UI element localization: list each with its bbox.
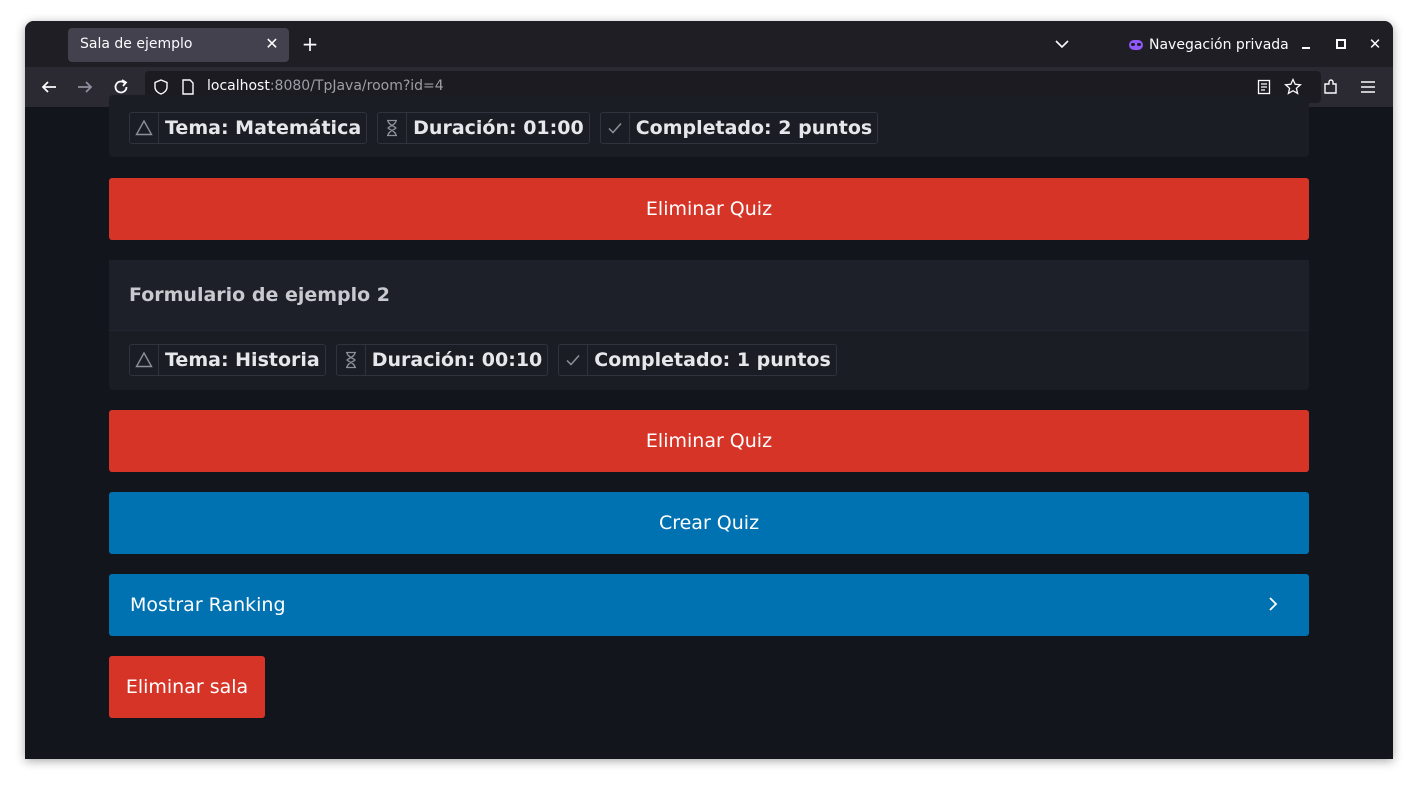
url-path: :8080/TpJava/room?id=4 xyxy=(269,78,444,94)
quiz-card: Formulario de ejemplo 2 Tema: Historia D… xyxy=(109,260,1309,390)
checkmark-icon xyxy=(559,345,589,375)
completado-label: Completado: 1 puntos xyxy=(594,349,831,371)
duracion-label: Duración: 00:10 xyxy=(371,349,543,371)
quiz-tags: Tema: Historia Duración: 00:10 Completad… xyxy=(129,344,837,376)
delete-room-button[interactable]: Eliminar sala xyxy=(109,656,265,718)
completado-label: Completado: 2 puntos xyxy=(635,117,873,139)
quiz-title: Formulario de ejemplo 2 xyxy=(129,284,391,306)
delete-quiz-button[interactable]: Eliminar Quiz xyxy=(109,410,1309,472)
tab-active[interactable]: Sala de ejemplo ✕ xyxy=(68,28,289,62)
delete-quiz-button[interactable]: Eliminar Quiz xyxy=(109,178,1309,240)
private-browsing-indicator: Navegación privada xyxy=(1129,35,1289,55)
duracion-label: Duración: 01:00 xyxy=(413,117,584,139)
forward-arrow-icon[interactable] xyxy=(73,75,97,99)
tab-title: Sala de ejemplo xyxy=(80,36,193,52)
browser-window: Sala de ejemplo ✕ + Navegación privada ✕ xyxy=(25,21,1393,759)
tema-label: Tema: Historia xyxy=(165,349,320,371)
show-ranking-label: Mostrar Ranking xyxy=(130,594,286,616)
quiz-tags: Tema: Matemática Duración: 01:00 Complet… xyxy=(129,112,879,144)
chevron-down-icon[interactable] xyxy=(1052,34,1072,54)
duracion-tag: Duración: 01:00 xyxy=(377,112,590,144)
hourglass-icon xyxy=(337,345,366,375)
create-quiz-button[interactable]: Crear Quiz xyxy=(109,492,1309,554)
completado-tag: Completado: 1 puntos xyxy=(558,344,837,376)
triangle-icon xyxy=(130,113,159,143)
tema-tag: Tema: Matemática xyxy=(129,112,368,144)
close-window-icon[interactable]: ✕ xyxy=(1364,33,1386,55)
minimize-icon[interactable] xyxy=(1295,33,1317,55)
quiz-card-header: Formulario de ejemplo 2 xyxy=(109,260,1309,331)
duracion-tag: Duración: 00:10 xyxy=(335,344,549,376)
tema-tag: Tema: Historia xyxy=(129,344,326,376)
tema-label: Tema: Matemática xyxy=(165,117,362,139)
new-tab-icon[interactable]: + xyxy=(299,33,321,55)
url-host: localhost xyxy=(207,78,270,94)
quiz-card: Tema: Matemática Duración: 01:00 Complet… xyxy=(109,95,1309,157)
chevron-right-icon xyxy=(1263,594,1283,614)
close-tab-icon[interactable]: ✕ xyxy=(263,35,281,53)
private-mask-icon xyxy=(1129,40,1143,50)
private-browsing-label: Navegación privada xyxy=(1149,37,1289,53)
page-content: Tema: Matemática Duración: 01:00 Complet… xyxy=(25,95,1393,759)
maximize-icon[interactable] xyxy=(1330,33,1352,55)
checkmark-icon xyxy=(601,113,630,143)
show-ranking-button[interactable]: Mostrar Ranking xyxy=(109,574,1309,636)
completado-tag: Completado: 2 puntos xyxy=(599,112,879,144)
extensions-icon[interactable] xyxy=(1319,75,1343,99)
url-text[interactable]: localhost:8080/TpJava/room?id=4 xyxy=(207,78,444,94)
menu-icon[interactable] xyxy=(1356,75,1380,99)
tab-bar: Sala de ejemplo ✕ + Navegación privada ✕ xyxy=(25,21,1393,67)
hourglass-icon xyxy=(378,113,408,143)
back-arrow-icon[interactable] xyxy=(37,75,61,99)
triangle-icon xyxy=(130,345,159,375)
